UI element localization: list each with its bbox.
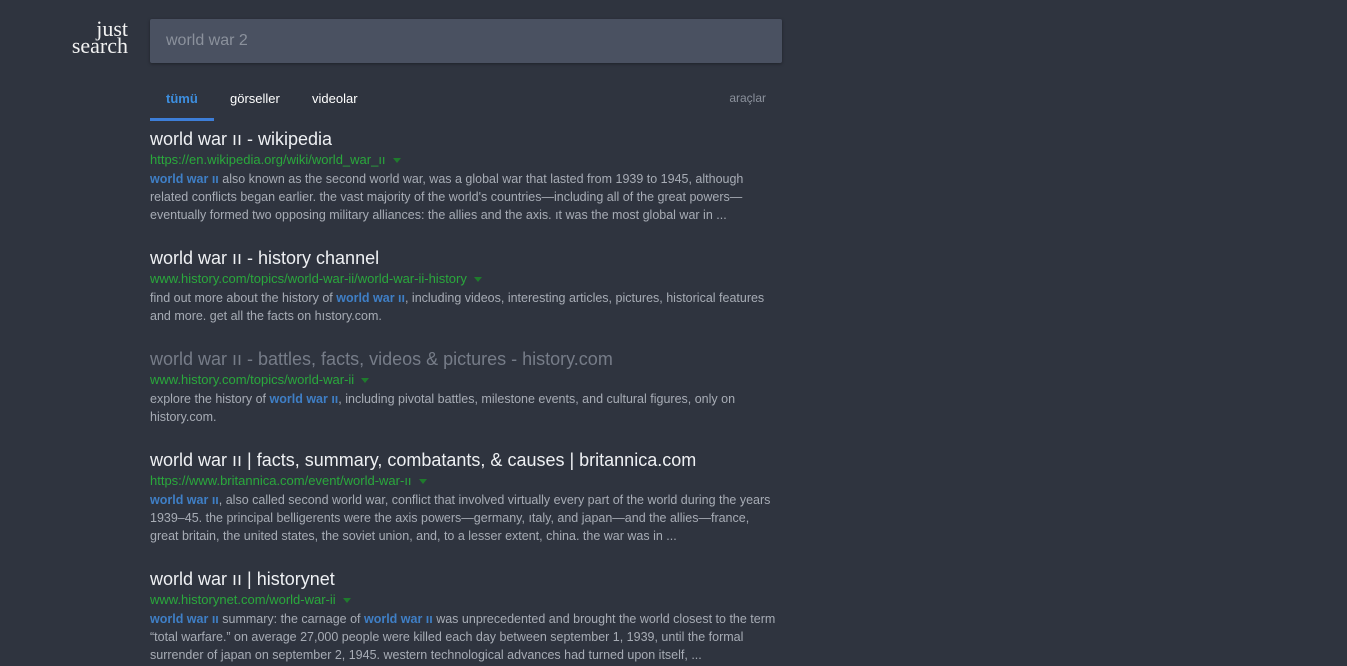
result-url-text: www.historynet.com/world-war-ii — [150, 592, 336, 607]
snippet-text: find out more about the history of — [150, 291, 337, 305]
search-result: world war ıı - battles, facts, videos & … — [150, 348, 780, 426]
url-dropdown-icon[interactable] — [473, 277, 482, 283]
result-url-text: www.history.com/topics/world-war-ii/worl… — [150, 271, 467, 286]
search-result: world war ıı - wikipedia https://en.wiki… — [150, 128, 780, 224]
search-box — [150, 19, 782, 63]
snippet-highlight: world war ıı — [363, 612, 433, 626]
result-url[interactable]: https://en.wikipedia.org/wiki/world_war_… — [150, 150, 780, 170]
result-snippet: world war ıı summary: the carnage of wor… — [150, 610, 780, 664]
result-title[interactable]: world war ıı - wikipedia — [150, 128, 780, 150]
search-tabs: tümü görseller videolar araçlar — [150, 84, 782, 121]
result-url[interactable]: www.history.com/topics/world-war-ii — [150, 370, 780, 390]
url-dropdown-icon[interactable] — [361, 378, 370, 384]
snippet-highlight: world war ıı — [150, 612, 219, 626]
search-result: world war ıı - history channel www.histo… — [150, 247, 780, 325]
result-title[interactable]: world war ıı - history channel — [150, 247, 780, 269]
result-url-text: www.history.com/topics/world-war-ii — [150, 372, 355, 387]
result-url[interactable]: https://www.britannica.com/event/world-w… — [150, 471, 780, 491]
tools-button[interactable]: araçlar — [729, 84, 766, 113]
result-url[interactable]: www.historynet.com/world-war-ii — [150, 590, 780, 610]
logo-line-2: search — [71, 33, 128, 58]
active-tab-indicator — [150, 118, 214, 121]
result-title[interactable]: world war ıı | facts, summary, combatant… — [150, 449, 780, 471]
search-result: world war ıı | historynet www.historynet… — [150, 568, 780, 664]
snippet-text: summary: the carnage of — [218, 612, 364, 626]
result-snippet: world war ıı also known as the second wo… — [150, 170, 780, 224]
search-input[interactable] — [150, 19, 782, 63]
search-result: world war ıı | facts, summary, combatant… — [150, 449, 780, 545]
result-snippet: explore the history of world war ıı, inc… — [150, 390, 780, 426]
snippet-text: explore the history of — [150, 392, 270, 406]
result-url-text: https://en.wikipedia.org/wiki/world_war_… — [150, 152, 386, 167]
snippet-highlight: world war ıı — [269, 392, 339, 406]
snippet-highlight: world war ıı — [336, 291, 405, 305]
result-title[interactable]: world war ıı - battles, facts, videos & … — [150, 348, 780, 370]
result-snippet: find out more about the history of world… — [150, 289, 780, 325]
tab-all[interactable]: tümü — [166, 84, 198, 121]
url-dropdown-icon[interactable] — [418, 479, 427, 485]
result-url[interactable]: www.history.com/topics/world-war-ii/worl… — [150, 269, 780, 289]
snippet-highlight: world war ıı — [150, 172, 219, 186]
site-logo[interactable]: just search — [62, 18, 128, 58]
url-dropdown-icon[interactable] — [342, 598, 351, 604]
snippet-text: , also called second world war, conflict… — [150, 493, 771, 543]
result-title[interactable]: world war ıı | historynet — [150, 568, 780, 590]
snippet-text: also known as the second world war, was … — [150, 172, 744, 222]
result-snippet: world war ıı, also called second world w… — [150, 491, 780, 545]
tab-videos[interactable]: videolar — [312, 84, 358, 121]
result-url-text: https://www.britannica.com/event/world-w… — [150, 473, 412, 488]
snippet-highlight: world war ıı — [150, 493, 219, 507]
tab-images[interactable]: görseller — [230, 84, 280, 121]
url-dropdown-icon[interactable] — [392, 158, 401, 164]
